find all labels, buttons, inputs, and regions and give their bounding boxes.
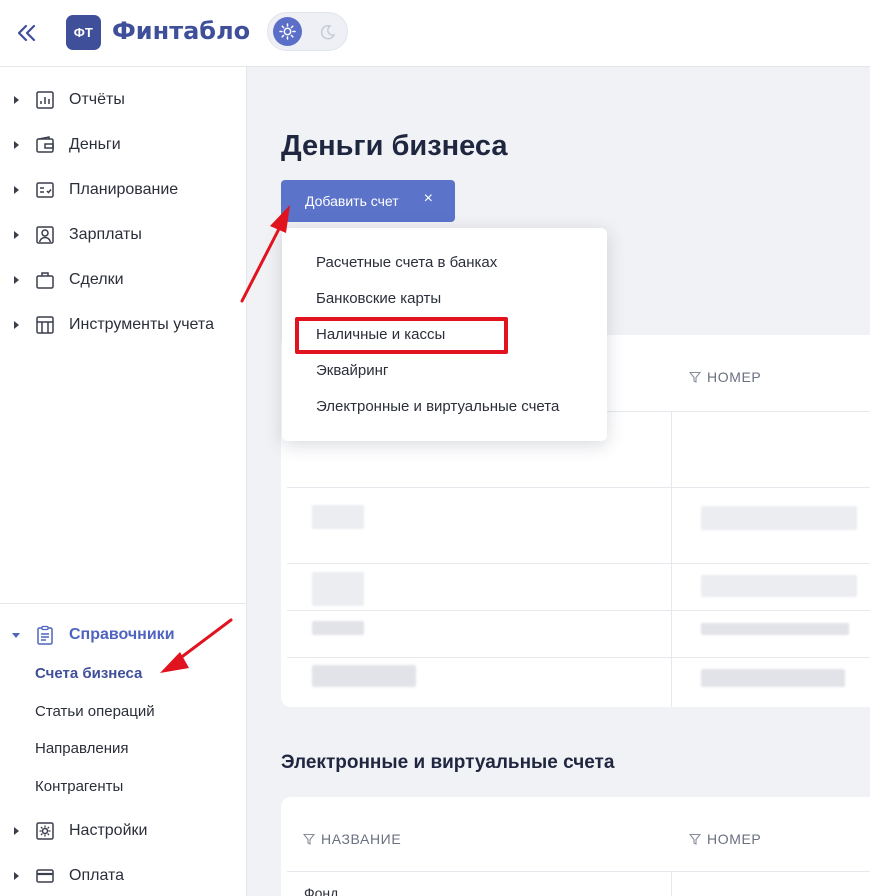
sidebar: Отчёты Деньги Планирование Зарплаты Сдел… bbox=[0, 67, 247, 896]
divider bbox=[287, 563, 870, 564]
wallet-icon bbox=[36, 136, 54, 153]
caret-right-icon bbox=[14, 186, 19, 194]
divider bbox=[287, 871, 870, 872]
divider bbox=[287, 487, 870, 488]
sidebar-sub-operation-items[interactable]: Статьи операций bbox=[35, 703, 155, 720]
divider bbox=[671, 871, 672, 896]
sidebar-item-planning[interactable]: Планирование bbox=[0, 172, 246, 208]
table-row[interactable] bbox=[312, 572, 364, 606]
divider bbox=[0, 603, 246, 604]
sidebar-item-reports[interactable]: Отчёты bbox=[0, 82, 246, 118]
table-row[interactable] bbox=[701, 669, 845, 687]
sidebar-item-money[interactable]: Деньги bbox=[0, 127, 246, 163]
sidebar-item-references[interactable]: Справочники bbox=[0, 617, 246, 653]
column-header-number[interactable]: НОМЕР bbox=[689, 831, 761, 847]
column-header-number[interactable]: НОМЕР bbox=[689, 369, 761, 385]
sidebar-sub-counterparties[interactable]: Контрагенты bbox=[35, 778, 123, 795]
card-icon bbox=[36, 869, 54, 883]
dropdown-item-e-accounts[interactable]: Электронные и виртуальные счета bbox=[316, 398, 559, 415]
column-header-label: НАЗВАНИЕ bbox=[321, 831, 402, 847]
caret-right-icon bbox=[14, 231, 19, 239]
caret-right-icon bbox=[14, 321, 19, 329]
main-content: Деньги бизнеса Добавить счет × НОМЕР Эле… bbox=[247, 67, 870, 896]
section-title: Электронные и виртуальные счета bbox=[281, 752, 615, 773]
sidebar-item-label: Справочники bbox=[69, 626, 175, 643]
column-header-label: НОМЕР bbox=[707, 831, 762, 847]
page-title: Деньги бизнеса bbox=[281, 130, 508, 162]
filter-icon[interactable] bbox=[303, 833, 315, 845]
sidebar-item-salaries[interactable]: Зарплаты bbox=[0, 217, 246, 253]
table-row[interactable] bbox=[701, 506, 857, 530]
dropdown-item-bank-accounts[interactable]: Расчетные счета в банках bbox=[316, 254, 497, 271]
dropdown-item-bank-cards[interactable]: Банковские карты bbox=[316, 290, 441, 307]
person-card-icon bbox=[36, 226, 54, 244]
chart-icon bbox=[36, 91, 54, 109]
add-account-button[interactable]: Добавить счет × bbox=[281, 180, 455, 222]
table-row[interactable] bbox=[312, 505, 364, 529]
add-account-dropdown: Расчетные счета в банках Банковские карт… bbox=[282, 228, 607, 441]
sidebar-sub-business-accounts[interactable]: Счета бизнеса bbox=[35, 665, 142, 682]
logo-text: Финтабло bbox=[112, 17, 251, 45]
sidebar-item-payment[interactable]: Оплата bbox=[0, 858, 246, 894]
caret-right-icon bbox=[14, 96, 19, 104]
caret-down-icon bbox=[12, 632, 20, 638]
sidebar-item-tools[interactable]: Инструменты учета bbox=[0, 307, 246, 343]
clipboard-icon bbox=[37, 625, 53, 645]
dropdown-item-acquiring[interactable]: Эквайринг bbox=[316, 362, 388, 379]
sidebar-item-label: Отчёты bbox=[69, 91, 125, 108]
table-row[interactable] bbox=[701, 623, 849, 635]
table-cell-name: Фонд bbox=[304, 885, 339, 896]
filter-icon[interactable] bbox=[689, 833, 701, 845]
sidebar-item-label: Планирование bbox=[69, 181, 179, 198]
filter-icon[interactable] bbox=[689, 371, 701, 383]
sun-icon[interactable] bbox=[273, 17, 302, 46]
table-row[interactable] bbox=[312, 665, 416, 687]
divider bbox=[287, 610, 870, 611]
top-bar: ФТ Финтабло bbox=[0, 0, 870, 67]
sidebar-item-label: Деньги bbox=[69, 136, 121, 153]
divider bbox=[671, 411, 672, 707]
sidebar-item-label: Инструменты учета bbox=[69, 316, 214, 333]
e-accounts-table: НАЗВАНИЕ НОМЕР Фонд bbox=[281, 797, 870, 896]
close-icon[interactable]: × bbox=[424, 190, 433, 208]
settings-icon bbox=[36, 822, 54, 840]
table-row[interactable] bbox=[312, 621, 364, 635]
add-account-label: Добавить счет bbox=[305, 193, 399, 209]
theme-toggle[interactable] bbox=[267, 12, 348, 51]
briefcase-icon bbox=[36, 272, 54, 289]
checklist-icon bbox=[36, 182, 54, 198]
caret-right-icon bbox=[14, 872, 19, 880]
sidebar-item-label: Оплата bbox=[69, 867, 125, 884]
moon-icon[interactable] bbox=[314, 18, 341, 45]
sidebar-item-settings[interactable]: Настройки bbox=[0, 813, 246, 849]
caret-right-icon bbox=[14, 827, 19, 835]
sidebar-sub-directions[interactable]: Направления bbox=[35, 740, 129, 757]
column-header-name[interactable]: НАЗВАНИЕ bbox=[303, 831, 401, 847]
table-icon bbox=[36, 316, 54, 334]
sidebar-item-label: Зарплаты bbox=[69, 226, 142, 243]
logo-badge: ФТ bbox=[66, 15, 101, 50]
dropdown-item-cash[interactable]: Наличные и кассы bbox=[316, 326, 445, 343]
divider bbox=[287, 657, 870, 658]
sidebar-item-deals[interactable]: Сделки bbox=[0, 262, 246, 298]
collapse-sidebar-icon[interactable] bbox=[14, 20, 40, 46]
sidebar-item-label: Настройки bbox=[69, 822, 148, 839]
sidebar-item-label: Сделки bbox=[69, 271, 124, 288]
column-header-label: НОМЕР bbox=[707, 369, 762, 385]
caret-right-icon bbox=[14, 141, 19, 149]
caret-right-icon bbox=[14, 276, 19, 284]
table-row[interactable] bbox=[701, 575, 857, 597]
